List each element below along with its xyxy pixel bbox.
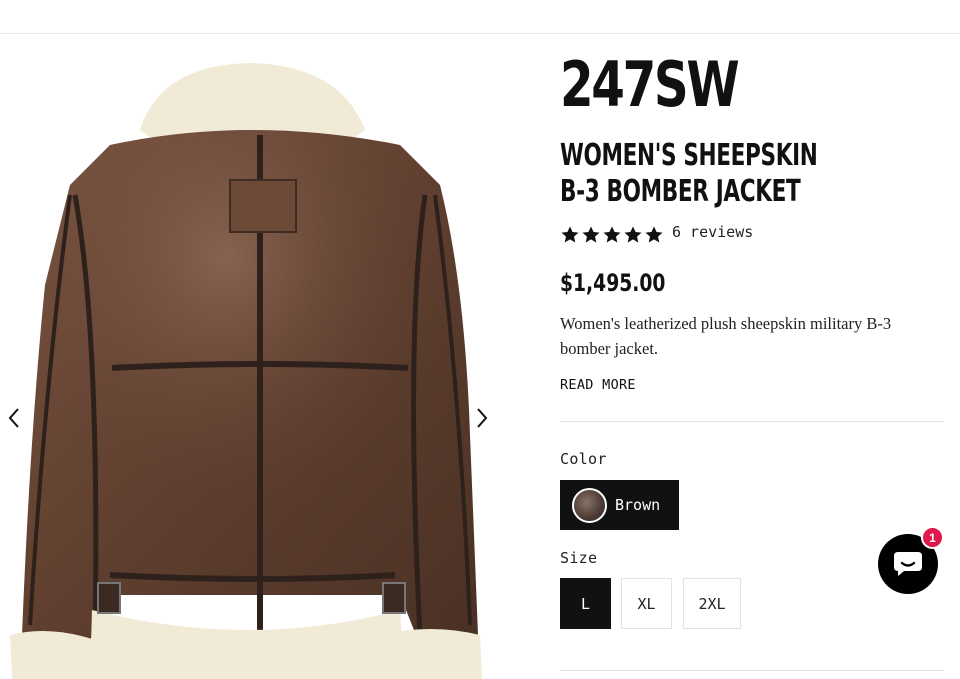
product-image-gallery — [0, 35, 500, 679]
star-icon — [561, 226, 579, 243]
size-option-2xl[interactable]: 2XL — [683, 578, 741, 629]
product-title-line-2: B-3 BOMBER JACKET — [560, 174, 801, 209]
reviews-count-link[interactable]: 6 reviews — [672, 223, 753, 241]
star-icon — [645, 226, 663, 243]
size-option-label: Size — [560, 549, 598, 567]
color-option-brown[interactable]: Brown — [560, 480, 679, 530]
star-icon — [624, 226, 642, 243]
color-swatch — [572, 487, 607, 523]
previous-image-button[interactable] — [0, 403, 28, 433]
chevron-right-icon — [477, 408, 488, 428]
top-navigation-bar — [0, 0, 960, 34]
chat-bubble-icon — [894, 552, 922, 576]
product-description: Women's leatherized plush sheepskin mili… — [560, 314, 892, 358]
product-image — [10, 63, 482, 679]
star-rating — [560, 225, 664, 245]
star-icon — [582, 226, 600, 243]
brand-name: 247SW — [560, 48, 740, 121]
chevron-left-icon — [8, 408, 19, 428]
notification-badge: 1 — [921, 526, 944, 549]
color-option-label-text: Brown — [615, 496, 661, 514]
color-option-label: Color — [560, 450, 607, 468]
product-title-line-1: WOMEN'S SHEEPSKIN — [560, 138, 818, 173]
divider — [560, 670, 944, 671]
divider — [560, 421, 944, 422]
product-title: WOMEN'S SHEEPSKIN B-3 BOMBER JACKET — [560, 138, 818, 210]
next-image-button[interactable] — [468, 403, 496, 433]
read-more-link[interactable]: READ MORE — [560, 377, 636, 393]
size-option-xl[interactable]: XL — [621, 578, 672, 629]
product-rating[interactable]: 6 reviews — [560, 223, 753, 246]
size-option-l[interactable]: L — [560, 578, 611, 629]
product-price: $1,495.00 — [560, 269, 666, 297]
star-icon — [603, 226, 621, 243]
